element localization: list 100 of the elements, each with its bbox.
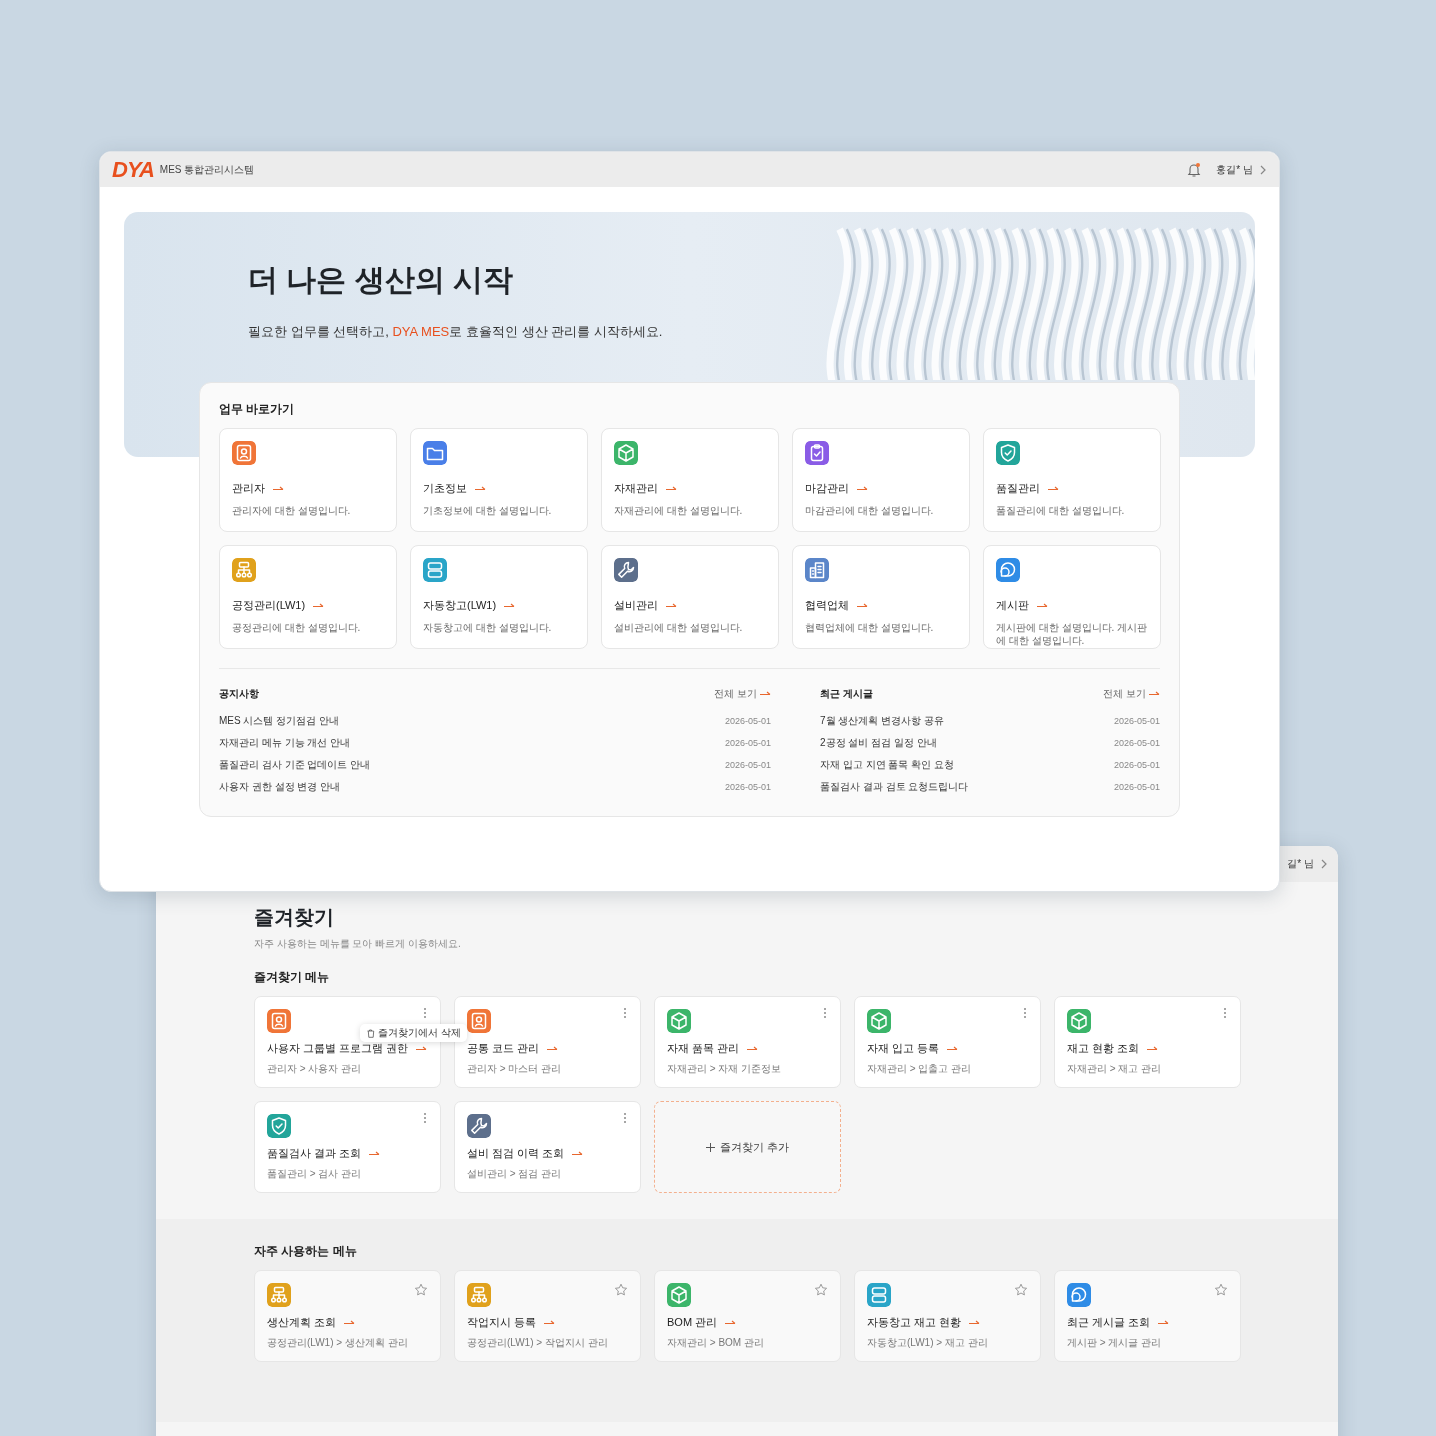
star-icon[interactable] [1014,1283,1028,1297]
breadcrumb-path: 관리자 > 마스터 관리 [467,1062,563,1076]
shortcut-title: 설비관리 [614,598,658,613]
post-date: 2026-05-01 [1113,716,1160,726]
menu-card[interactable]: BOM 관리 자재관리 > BOM 관리 [654,1270,841,1362]
menu-card[interactable]: 자동창고 재고 현황 자동창고(LW1) > 재고 관리 [854,1270,1041,1362]
arrow-icon [857,602,868,609]
shortcut-card[interactable]: 자재관리 자재관리에 대한 설명입니다. [601,428,779,532]
post-title[interactable]: 품질관리 검사 기준 업데이트 안내 [219,758,371,772]
breadcrumb-path: 자재관리 > 재고 관리 [1067,1062,1163,1076]
menu-title: 자동창고 재고 현황 [867,1315,962,1330]
post-title[interactable]: 자재 입고 지연 품목 확인 요청 [820,758,954,772]
more-options-icon[interactable] [422,1112,428,1124]
menu-card[interactable]: 설비 점검 이력 조회 설비관리 > 점검 관리 [454,1101,641,1193]
hero-subtitle: 필요한 업무를 선택하고, DYA MES로 효율적인 생산 관리를 시작하세요. [248,323,664,341]
shortcut-card[interactable]: 기초정보 기초정보에 대한 설명입니다. [410,428,588,532]
post-date: 2026-05-01 [724,782,771,792]
arrow-icon [1147,1045,1159,1052]
arrow-icon [666,602,677,609]
menu-title: 최근 게시글 조회 [1067,1315,1151,1330]
shortcut-title: 품질관리 [996,481,1040,496]
arrow-icon [547,1045,559,1052]
trash-icon [366,1028,375,1038]
shortcut-title: 마감관리 [805,481,849,496]
section-title: 자주 사용하는 메뉴 [254,1243,358,1260]
shortcut-title: 공정관리(LW1) [232,598,306,613]
more-options-icon[interactable] [622,1007,628,1019]
context-menu[interactable]: 즐겨찾기에서 삭제 [360,1024,467,1042]
post-title[interactable]: 사용자 권한 설정 변경 안내 [219,780,341,794]
notification-bell-icon[interactable] [1186,161,1203,178]
shortcut-description: 공정관리에 대한 설명입니다. [232,621,362,634]
arrow-icon [572,1150,584,1157]
menu-title: 재고 현황 조회 [1067,1041,1140,1056]
menu-title: 설비 점검 이력 조회 [467,1146,565,1161]
shortcut-description: 설비관리에 대한 설명입니다. [614,621,744,634]
page-title: 즐겨찾기 [254,905,335,930]
menu-title: 자재 품목 관리 [667,1041,740,1056]
chevron-right-icon[interactable] [1320,859,1328,869]
menu-card[interactable]: 생산계획 조회 공정관리(LW1) > 생산계획 관리 [254,1270,441,1362]
post-title[interactable]: MES 시스템 정기점검 안내 [219,714,339,728]
post-title[interactable]: 자재관리 메뉴 기능 개선 안내 [219,736,351,750]
more-options-icon[interactable] [622,1112,628,1124]
add-favorite-button[interactable]: 즐겨찾기 추가 [654,1101,841,1193]
shortcut-card[interactable]: 협력업체 협력업체에 대한 설명입니다. [792,545,970,649]
shortcut-description: 자동창고에 대한 설명입니다. [423,621,553,634]
arrow-icon [504,602,516,609]
view-all-link[interactable]: 전체 보기 [714,687,771,701]
board-title: 최근 게시글 [820,687,873,701]
shortcut-card[interactable]: 마감관리 마감관리에 대한 설명입니다. [792,428,970,532]
arrow-icon [273,485,284,492]
breadcrumb-path: 자재관리 > 입출고 관리 [867,1062,973,1076]
post-title[interactable]: 7월 생산계획 변경사항 공유 [820,714,944,728]
more-options-icon[interactable] [1022,1007,1028,1019]
post-date: 2026-05-01 [1113,760,1160,770]
breadcrumb-path: 자재관리 > BOM 관리 [667,1336,765,1350]
shortcut-title: 협력업체 [805,598,849,613]
post-date: 2026-05-01 [1113,782,1160,792]
more-options-icon[interactable] [422,1007,428,1019]
shortcut-card[interactable]: 공정관리(LW1) 공정관리에 대한 설명입니다. [219,545,397,649]
more-options-icon[interactable] [1222,1007,1228,1019]
star-icon[interactable] [614,1283,628,1297]
breadcrumb-path: 관리자 > 사용자 관리 [267,1062,363,1076]
star-icon[interactable] [814,1283,828,1297]
chevron-right-icon[interactable] [1259,164,1267,175]
star-icon[interactable] [1214,1283,1228,1297]
arrow-icon [475,485,486,492]
shortcut-description: 마감관리에 대한 설명입니다. [805,504,935,517]
user-name[interactable]: 길* 님 [1287,857,1314,871]
menu-card[interactable]: 재고 현황 조회 자재관리 > 재고 관리 [1054,996,1241,1088]
shortcut-card[interactable]: 설비관리 설비관리에 대한 설명입니다. [601,545,779,649]
star-icon[interactable] [414,1283,428,1297]
arrow-icon [1149,691,1160,697]
shortcut-description: 관리자에 대한 설명입니다. [232,504,352,517]
post-date: 2026-05-01 [724,760,771,770]
shortcut-description: 게시판에 대한 설명입니다. 게시판에 대한 설명입니다. [996,621,1148,647]
menu-title: 자재 입고 등록 [867,1041,940,1056]
shortcut-card[interactable]: 품질관리 품질관리에 대한 설명입니다. [983,428,1161,532]
menu-card[interactable]: 작업지시 등록 공정관리(LW1) > 작업지시 관리 [454,1270,641,1362]
shortcut-card[interactable]: 관리자 관리자에 대한 설명입니다. [219,428,397,532]
shortcut-card[interactable]: 게시판 게시판에 대한 설명입니다. 게시판에 대한 설명입니다. [983,545,1161,649]
arrow-icon [969,1319,981,1326]
arrow-icon [760,691,771,697]
more-options-icon[interactable] [822,1007,828,1019]
menu-card[interactable]: 최근 게시글 조회 게시판 > 게시글 관리 [1054,1270,1241,1362]
shortcut-description: 자재관리에 대한 설명입니다. [614,504,744,517]
post-title[interactable]: 2공정 설비 점검 일정 안내 [820,736,937,750]
section-title: 업무 바로가기 [219,401,296,418]
post-title[interactable]: 품질검사 결과 검토 요청드립니다 [820,780,969,794]
menu-card[interactable]: 자재 입고 등록 자재관리 > 입출고 관리 [854,996,1041,1088]
post-date: 2026-05-01 [1113,738,1160,748]
shortcut-card[interactable]: 자동창고(LW1) 자동창고에 대한 설명입니다. [410,545,588,649]
menu-card[interactable]: 자재 품목 관리 자재관리 > 자재 기준정보 [654,996,841,1088]
post-date: 2026-05-01 [724,738,771,748]
menu-card[interactable]: 품질검사 결과 조회 품질관리 > 검사 관리 [254,1101,441,1193]
arrow-icon [313,602,325,609]
shortcut-title: 기초정보 [423,481,467,496]
hero-title: 더 나은 생산의 시작 [248,262,514,298]
view-all-link[interactable]: 전체 보기 [1103,687,1160,701]
user-name[interactable]: 홍길* 님 [1216,162,1253,177]
section-title: 즐겨찾기 메뉴 [254,969,331,986]
